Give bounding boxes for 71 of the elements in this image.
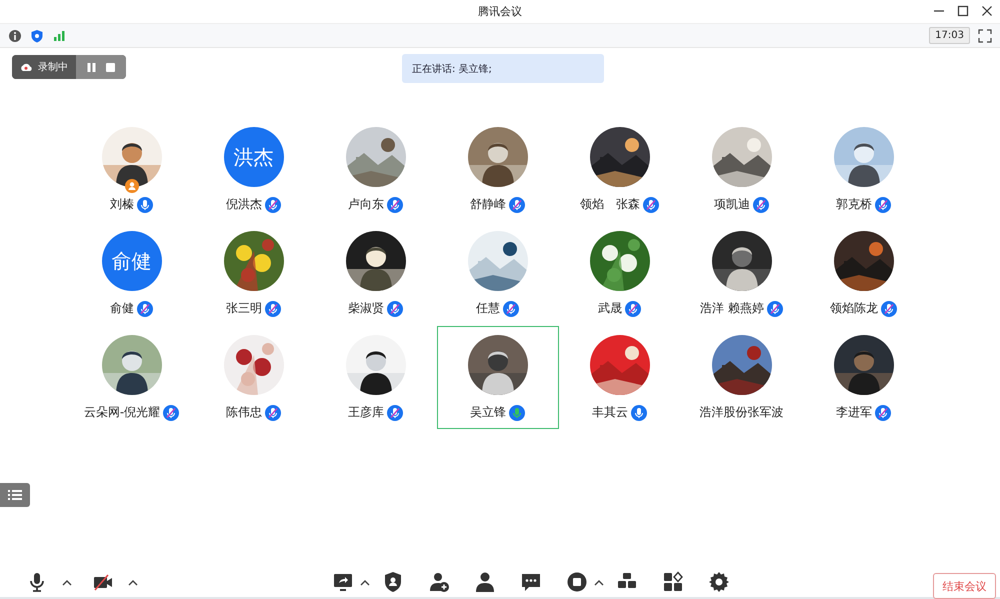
person-add-icon[interactable] bbox=[428, 571, 450, 593]
participant-name: 俞健 bbox=[110, 300, 134, 317]
participant-tile[interactable]: 俞健 俞健 bbox=[70, 222, 192, 325]
participant-tile[interactable]: 浩洋股份张军波 bbox=[680, 326, 802, 429]
participant-tile[interactable]: 陈伟忠 bbox=[192, 326, 314, 429]
participant-tile[interactable]: 领焰 张森 bbox=[558, 118, 680, 221]
caret-icon[interactable] bbox=[594, 579, 604, 587]
participant-tile[interactable]: 卢向东 bbox=[314, 118, 436, 221]
maximize-icon[interactable] bbox=[956, 4, 970, 18]
participant-name: 吴立锋 bbox=[470, 404, 506, 421]
participant-name: 李进军 bbox=[836, 404, 872, 421]
participant-name: 倪洪杰 bbox=[226, 196, 262, 213]
participant-tile[interactable]: 丰其云 bbox=[558, 326, 680, 429]
record-stop-icon[interactable] bbox=[566, 571, 588, 593]
participant-name: 柴淑贤 bbox=[348, 300, 384, 317]
participant-tile[interactable]: 舒静峰 bbox=[436, 118, 558, 221]
stop-icon[interactable] bbox=[105, 62, 116, 72]
chat-icon[interactable] bbox=[520, 571, 542, 593]
participant-name: 任慧 bbox=[476, 300, 500, 317]
list-icon[interactable] bbox=[8, 489, 22, 501]
participant-name: 卢向东 bbox=[348, 196, 384, 213]
end-meeting-button[interactable]: 结束会议 bbox=[933, 573, 996, 599]
participant-tile[interactable]: 洪杰 倪洪杰 bbox=[192, 118, 314, 221]
info-icon[interactable] bbox=[8, 28, 22, 42]
caret-icon[interactable] bbox=[128, 579, 138, 587]
participant-tile[interactable]: 王彦库 bbox=[314, 326, 436, 429]
meeting-time: 17:03 bbox=[929, 27, 970, 44]
participant-name: 张三明 bbox=[226, 300, 262, 317]
participant-tile[interactable]: 武晟 bbox=[558, 222, 680, 325]
participant-name: 领焰 张森 bbox=[580, 196, 640, 213]
avatar: 洪杰 bbox=[224, 127, 284, 187]
participant-name: 云朵网-倪光耀 bbox=[84, 404, 160, 421]
participant-tile[interactable]: 刘榛 bbox=[70, 118, 192, 221]
window-title: 腾讯会议 bbox=[478, 4, 522, 19]
participant-name: 领焰陈龙 bbox=[830, 300, 878, 317]
participant-tile[interactable]: 项凯迪 bbox=[680, 118, 802, 221]
pause-icon[interactable] bbox=[86, 62, 97, 72]
settings-icon[interactable] bbox=[708, 571, 730, 593]
fullscreen-icon[interactable] bbox=[978, 28, 992, 42]
avatar: 俞健 bbox=[102, 231, 162, 291]
participant-name: 刘榛 bbox=[110, 196, 134, 213]
person-icon[interactable] bbox=[474, 571, 496, 593]
speaking-banner: 正在讲话: 吴立锋; bbox=[402, 54, 604, 83]
participant-name: 浩洋股份张军波 bbox=[700, 404, 784, 421]
participant-name: 陈伟忠 bbox=[226, 404, 262, 421]
caret-icon[interactable] bbox=[360, 579, 370, 587]
participant-name: 项凯迪 bbox=[714, 196, 750, 213]
screen-share-icon[interactable] bbox=[332, 571, 354, 593]
participant-tile[interactable]: 领焰陈龙 bbox=[802, 222, 924, 325]
participant-name: 丰其云 bbox=[592, 404, 628, 421]
participant-tile[interactable]: 云朵网-倪光耀 bbox=[70, 326, 192, 429]
participant-tile[interactable]: 吴立锋 bbox=[436, 326, 558, 429]
cloud-icon bbox=[20, 62, 32, 72]
list-button[interactable] bbox=[0, 483, 30, 507]
participant-name: 武晟 bbox=[598, 300, 622, 317]
participant-name: 浩洋 赖燕婷 bbox=[700, 300, 764, 317]
recording-status: 录制中 bbox=[38, 60, 68, 74]
apps-icon[interactable] bbox=[662, 571, 684, 593]
shield-icon[interactable] bbox=[382, 571, 404, 593]
participant-name: 王彦库 bbox=[348, 404, 384, 421]
participant-tile[interactable]: 张三明 bbox=[192, 222, 314, 325]
close-icon[interactable] bbox=[980, 4, 994, 18]
participant-name: 舒静峰 bbox=[470, 196, 506, 213]
participant-tile[interactable]: 柴淑贤 bbox=[314, 222, 436, 325]
participant-tile[interactable]: 浩洋 赖燕婷 bbox=[680, 222, 802, 325]
participant-name: 郭克桥 bbox=[836, 196, 872, 213]
caret-icon[interactable] bbox=[62, 579, 72, 587]
signal-icon[interactable] bbox=[52, 28, 66, 42]
participant-tile[interactable]: 郭克桥 bbox=[802, 118, 924, 221]
participant-tile[interactable]: 李进军 bbox=[802, 326, 924, 429]
participant-tile[interactable]: 任慧 bbox=[436, 222, 558, 325]
